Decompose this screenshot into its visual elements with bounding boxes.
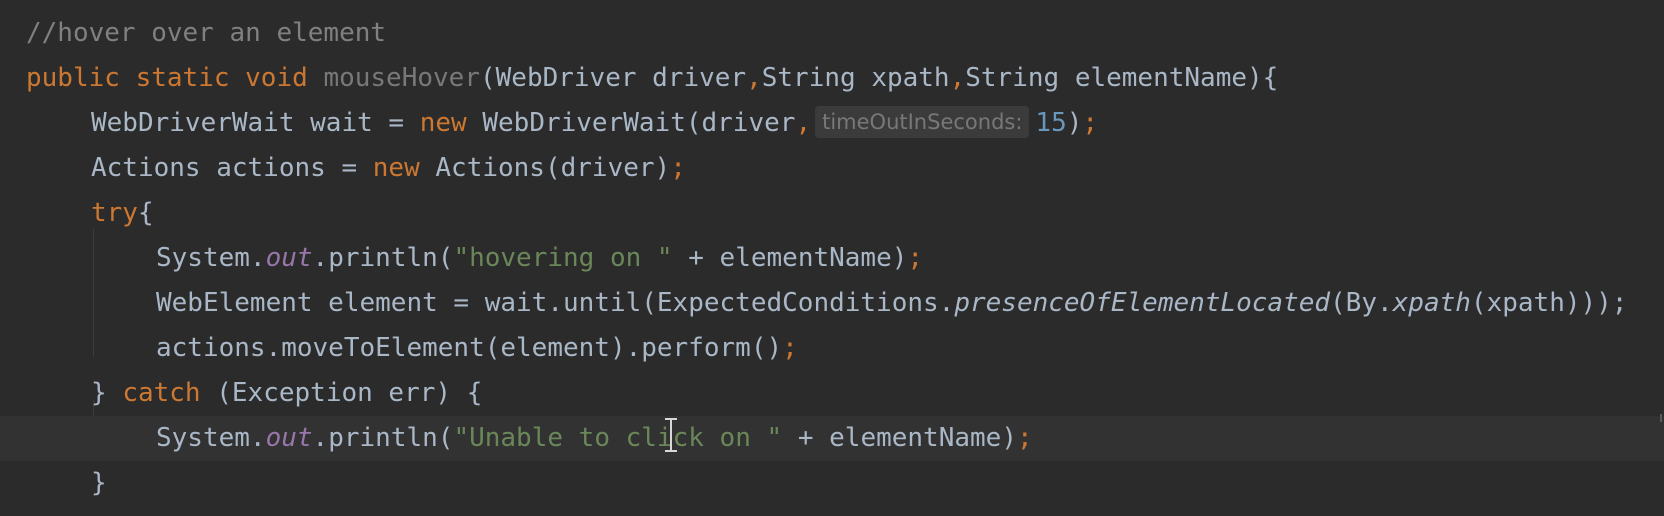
keyword-void: void: [245, 63, 308, 93]
number-literal: 15: [1035, 108, 1067, 138]
comment: //hover over an element: [26, 18, 387, 48]
parameter-list: (WebDriver driver: [479, 63, 747, 93]
static-field: out: [265, 423, 313, 453]
class-reference: System.: [156, 423, 266, 453]
semicolon: ;: [782, 333, 798, 363]
close-brace: }: [91, 468, 107, 498]
parameter: String xpath: [761, 63, 950, 93]
parameter: String elementName){: [965, 63, 1279, 93]
catch-clause: (Exception err) {: [200, 378, 483, 408]
string-literal: "hovering on ": [453, 243, 673, 273]
semicolon: ;: [1016, 423, 1033, 453]
keyword-public: public: [26, 63, 120, 93]
keyword-new: new: [419, 108, 467, 138]
keyword-static: static: [135, 63, 230, 93]
static-method: presenceOfElementLocated: [954, 288, 1331, 318]
code-line[interactable]: actions.moveToElement(element).perform()…: [0, 326, 1664, 371]
comma: ,: [795, 108, 812, 138]
semicolon: ;: [670, 153, 686, 183]
class-reference: System.: [156, 243, 266, 273]
expression: + elementName): [672, 243, 908, 273]
code-line[interactable]: Actions actions = new Actions(driver);: [0, 146, 1664, 191]
code-line[interactable]: try{: [0, 191, 1664, 236]
declaration: WebDriverWait wait =: [91, 108, 420, 138]
close-brace: }: [91, 378, 123, 408]
keyword-new: new: [372, 153, 420, 183]
expression: (xpath)));: [1470, 288, 1628, 318]
method-name: mouseHover: [323, 63, 480, 93]
code-line[interactable]: }: [0, 461, 1664, 506]
keyword-try: try: [91, 198, 138, 228]
text-cursor-icon: [664, 418, 678, 452]
semicolon: ;: [1082, 108, 1099, 138]
code-line[interactable]: } catch (Exception err) {: [0, 371, 1664, 416]
method-call: .println(: [312, 423, 454, 453]
static-field: out: [265, 243, 313, 273]
expression: + elementName): [782, 423, 1017, 453]
constructor-call: Actions(driver): [419, 153, 671, 183]
constructor-call: WebDriverWait(driver: [466, 108, 796, 138]
code-line[interactable]: WebElement element = wait.until(Expected…: [0, 281, 1664, 326]
code-line[interactable]: //hover over an element: [0, 11, 1664, 56]
code-line[interactable]: public static void mouseHover(WebDriver …: [0, 56, 1664, 101]
string-literal: "Unable to click on ": [453, 423, 783, 453]
keyword-catch: catch: [122, 378, 201, 408]
close-paren: ): [1066, 108, 1083, 138]
open-brace: {: [137, 198, 154, 228]
parameter-hint: timeOutInSeconds:: [815, 106, 1030, 138]
semicolon: ;: [907, 243, 924, 273]
code-line[interactable]: System.out.println("hovering on " + elem…: [0, 236, 1664, 281]
method-call: (By.: [1330, 288, 1393, 318]
code-line[interactable]: WebDriverWait wait = new WebDriverWait(d…: [0, 101, 1664, 146]
comma: ,: [746, 63, 762, 93]
statement: actions.moveToElement(element).perform(): [156, 333, 783, 363]
declaration: WebElement element = wait.until(Expected…: [156, 288, 955, 318]
declaration: Actions actions =: [91, 153, 373, 183]
scrollbar-marker[interactable]: [1660, 414, 1662, 422]
code-line-current[interactable]: System.out.println("Unable to click on "…: [0, 416, 1664, 461]
comma: ,: [949, 63, 966, 93]
code-editor[interactable]: //hover over an element public static vo…: [0, 0, 1664, 516]
method-call: .println(: [312, 243, 454, 273]
static-method: xpath: [1392, 288, 1471, 318]
